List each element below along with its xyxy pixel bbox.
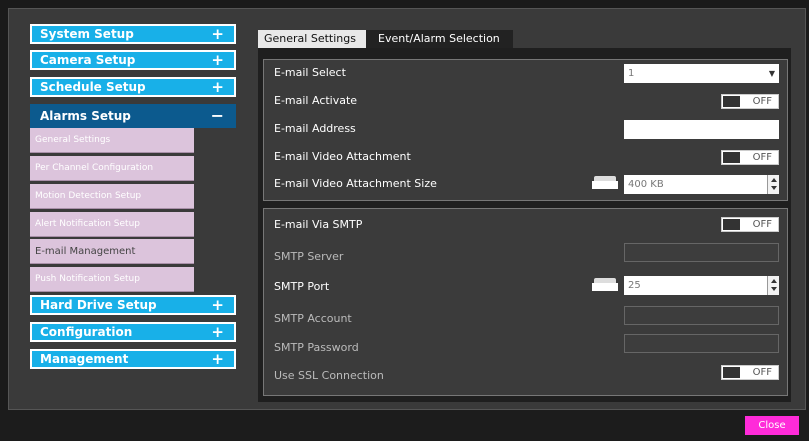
- close-button[interactable]: Close: [745, 416, 799, 435]
- expand-icon: +: [211, 323, 224, 341]
- email-activate-toggle[interactable]: OFF: [721, 94, 779, 109]
- email-via-smtp-label: E-mail Via SMTP: [274, 218, 363, 231]
- expand-icon: +: [211, 350, 224, 368]
- stepper-value: 25: [628, 280, 641, 291]
- bottom-bar: [0, 410, 809, 441]
- sidebar-system-setup[interactable]: System Setup +: [30, 24, 236, 44]
- sidebar-schedule-setup[interactable]: Schedule Setup +: [30, 77, 236, 97]
- email-activate-label: E-mail Activate: [274, 94, 358, 107]
- hard-drive-icon: [592, 176, 618, 189]
- sidebar-label: Alarms Setup: [40, 109, 131, 123]
- sidebar-label: Hard Drive Setup: [40, 298, 157, 312]
- email-select-value: 1: [628, 68, 635, 79]
- spinner-arrows-icon[interactable]: [767, 175, 779, 194]
- sidebar-label: Camera Setup: [40, 53, 136, 67]
- sidebar-camera-setup[interactable]: Camera Setup +: [30, 50, 236, 70]
- sidebar-label: Management: [40, 352, 129, 366]
- submenu-alert-notification-setup[interactable]: Alert Notification Setup: [30, 212, 194, 237]
- toggle-knob: [723, 152, 740, 163]
- toggle-state: OFF: [752, 96, 772, 107]
- submenu-label: Per Channel Configuration: [35, 163, 154, 173]
- smtp-server-label: SMTP Server: [274, 250, 344, 263]
- use-ssl-connection-toggle[interactable]: OFF: [721, 365, 779, 380]
- chevron-down-icon: ▼: [768, 69, 775, 78]
- email-via-smtp-toggle[interactable]: OFF: [721, 217, 779, 232]
- smtp-settings-group: [263, 208, 788, 396]
- sidebar-management[interactable]: Management +: [30, 349, 236, 369]
- expand-icon: +: [211, 25, 224, 43]
- smtp-server-input[interactable]: [624, 243, 779, 262]
- sidebar-configuration[interactable]: Configuration +: [30, 322, 236, 342]
- toggle-knob: [723, 367, 740, 378]
- submenu-label: Push Notification Setup: [35, 274, 140, 284]
- email-select-label: E-mail Select: [274, 66, 346, 79]
- smtp-password-input[interactable]: [624, 334, 779, 353]
- collapse-icon: −: [210, 106, 224, 125]
- smtp-account-input[interactable]: [624, 306, 779, 325]
- submenu-push-notification-setup[interactable]: Push Notification Setup: [30, 267, 194, 292]
- spinner-arrows-icon[interactable]: [767, 276, 779, 295]
- toggle-state: OFF: [752, 367, 772, 378]
- submenu-motion-detection-setup[interactable]: Motion Detection Setup: [30, 184, 194, 209]
- submenu-general-settings[interactable]: General Settings: [30, 128, 194, 153]
- submenu-label: E-mail Management: [35, 246, 136, 257]
- email-video-attachment-toggle[interactable]: OFF: [721, 150, 779, 165]
- toggle-knob: [723, 219, 740, 230]
- smtp-account-label: SMTP Account: [274, 312, 352, 325]
- sidebar-alarms-setup[interactable]: Alarms Setup −: [30, 104, 236, 128]
- tab-general-settings[interactable]: General Settings: [258, 30, 366, 48]
- sidebar-label: Configuration: [40, 325, 133, 339]
- email-address-input[interactable]: [624, 120, 779, 139]
- use-ssl-connection-label: Use SSL Connection: [274, 369, 384, 382]
- submenu-label: Alert Notification Setup: [35, 219, 140, 229]
- smtp-password-label: SMTP Password: [274, 341, 359, 354]
- expand-icon: +: [211, 296, 224, 314]
- stepper-value: 400 KB: [628, 179, 664, 190]
- expand-icon: +: [211, 78, 224, 96]
- smtp-port-label: SMTP Port: [274, 280, 330, 293]
- email-select-dropdown[interactable]: 1 ▼: [624, 64, 779, 83]
- sidebar-hard-drive-setup[interactable]: Hard Drive Setup +: [30, 295, 236, 315]
- hard-drive-icon: [592, 278, 618, 291]
- toggle-knob: [723, 96, 740, 107]
- email-address-label: E-mail Address: [274, 122, 356, 135]
- sidebar-label: System Setup: [40, 27, 134, 41]
- email-video-attachment-label: E-mail Video Attachment: [274, 150, 411, 163]
- toggle-state: OFF: [752, 152, 772, 163]
- submenu-per-channel-configuration[interactable]: Per Channel Configuration: [30, 156, 194, 181]
- email-video-attachment-size-stepper[interactable]: 400 KB: [624, 175, 779, 194]
- sidebar-label: Schedule Setup: [40, 80, 146, 94]
- submenu-email-management[interactable]: E-mail Management: [30, 239, 194, 264]
- tab-event-alarm-selection[interactable]: Event/Alarm Selection: [366, 30, 513, 48]
- expand-icon: +: [211, 51, 224, 69]
- submenu-label: General Settings: [35, 135, 111, 145]
- smtp-port-stepper[interactable]: 25: [624, 276, 779, 295]
- toggle-state: OFF: [752, 219, 772, 230]
- email-video-attachment-size-label: E-mail Video Attachment Size: [274, 177, 437, 190]
- submenu-label: Motion Detection Setup: [35, 191, 142, 201]
